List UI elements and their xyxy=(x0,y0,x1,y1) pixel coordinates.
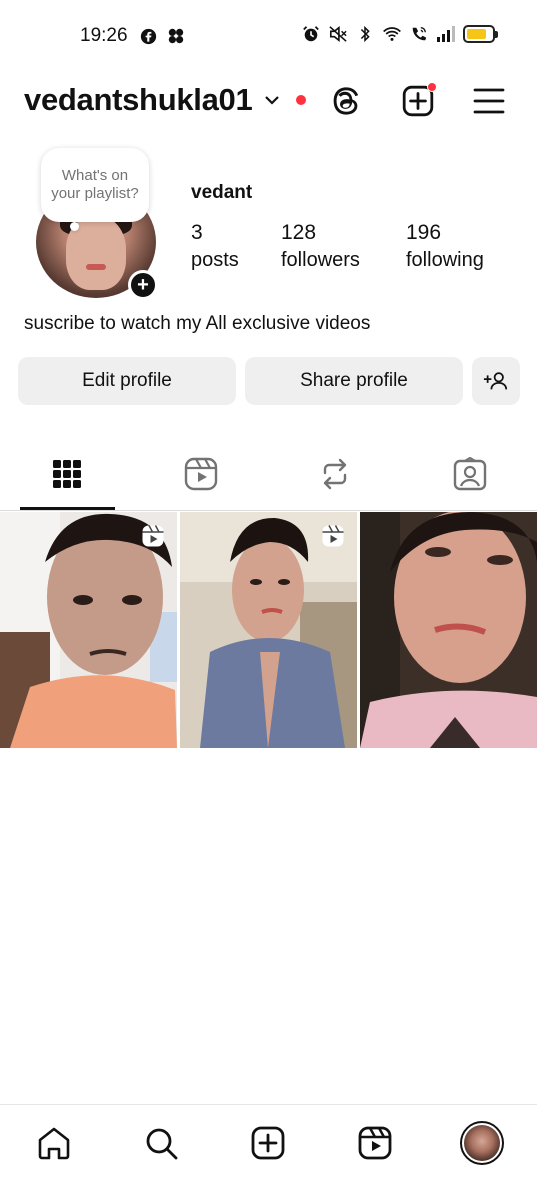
battery-icon xyxy=(463,25,498,43)
posts-label: posts xyxy=(191,249,239,271)
status-right-icons xyxy=(301,24,498,44)
add-story-button[interactable]: + xyxy=(128,270,158,300)
pinwheel-app-icon xyxy=(166,26,186,46)
note-bubble-tail xyxy=(70,222,79,231)
bottom-navigation xyxy=(0,1104,537,1200)
menu-icon xyxy=(473,88,505,114)
menu-button[interactable] xyxy=(470,82,508,120)
username: vedantshukla01 xyxy=(24,82,253,117)
wifi-calling-icon xyxy=(409,24,429,44)
reel-badge-icon xyxy=(142,525,164,547)
status-time: 19:26 xyxy=(80,25,128,46)
stat-posts[interactable]: 3 posts xyxy=(191,220,239,274)
nav-home[interactable] xyxy=(32,1121,76,1165)
create-post-button[interactable] xyxy=(399,82,437,120)
profile-actions: Edit profile Share profile xyxy=(18,357,520,405)
note-text: What's on your playlist? xyxy=(51,167,139,202)
post-thumbnail-1[interactable] xyxy=(0,512,177,748)
profile-header: vedantshukla01 xyxy=(0,72,537,132)
reels-icon xyxy=(184,457,218,490)
tab-reposts[interactable] xyxy=(287,437,383,510)
tagged-icon xyxy=(453,456,487,490)
followers-label: followers xyxy=(281,249,360,271)
account-switcher[interactable]: vedantshukla01 xyxy=(24,82,307,118)
post-thumbnail-3[interactable] xyxy=(360,512,537,748)
stat-followers[interactable]: 128 followers xyxy=(281,220,360,274)
note-bubble[interactable]: What's on your playlist? xyxy=(41,148,149,222)
facebook-icon xyxy=(138,26,158,46)
create-icon xyxy=(251,1126,285,1160)
content-tabs xyxy=(0,437,537,511)
post-grid xyxy=(0,512,537,748)
followers-count: 128 xyxy=(281,221,317,244)
nav-reels[interactable] xyxy=(353,1121,397,1165)
grid-icon xyxy=(53,459,81,488)
status-left-icons xyxy=(138,26,186,46)
profile-avatar-nav xyxy=(460,1121,504,1165)
post-thumbnail-2[interactable] xyxy=(180,512,357,748)
chevron-down-icon xyxy=(265,96,280,105)
discover-people-button[interactable] xyxy=(472,357,520,405)
nav-search[interactable] xyxy=(139,1121,183,1165)
mute-icon xyxy=(328,24,348,44)
notification-dot xyxy=(296,95,307,105)
bio: suscribe to watch my All exclusive video… xyxy=(24,313,371,334)
edit-profile-button[interactable]: Edit profile xyxy=(18,357,236,405)
alarm-icon xyxy=(301,24,321,44)
create-notification-dot xyxy=(427,82,437,92)
tab-reels[interactable] xyxy=(153,437,249,510)
reel-badge-icon xyxy=(322,525,344,547)
nav-profile[interactable] xyxy=(460,1121,504,1165)
bluetooth-icon xyxy=(355,24,375,44)
active-tab-indicator xyxy=(20,507,115,510)
share-profile-button[interactable]: Share profile xyxy=(245,357,463,405)
battery-level xyxy=(467,29,487,39)
reposts-icon xyxy=(323,458,347,489)
threads-button[interactable] xyxy=(327,82,365,120)
post-image-3 xyxy=(360,512,537,748)
display-name: vedant xyxy=(191,182,253,203)
reels-icon xyxy=(358,1126,392,1160)
search-icon xyxy=(146,1128,178,1160)
signal-icon xyxy=(436,24,456,44)
home-icon xyxy=(38,1127,70,1160)
stat-following[interactable]: 196 following xyxy=(406,220,484,274)
threads-icon xyxy=(333,87,359,115)
nav-create[interactable] xyxy=(246,1121,290,1165)
tab-tagged[interactable] xyxy=(422,437,518,510)
wifi-icon xyxy=(382,24,402,44)
posts-count: 3 xyxy=(191,221,203,244)
add-person-icon xyxy=(483,372,508,390)
following-count: 196 xyxy=(406,221,442,244)
status-bar: 19:26 xyxy=(0,0,537,72)
following-label: following xyxy=(406,249,484,271)
tab-posts-grid[interactable] xyxy=(19,437,115,510)
